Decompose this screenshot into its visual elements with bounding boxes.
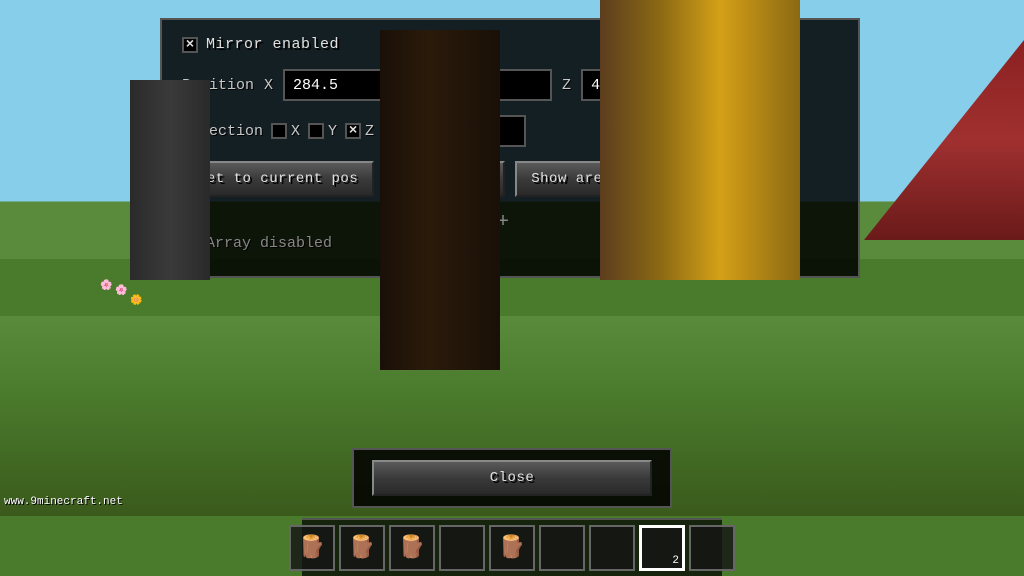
slot-5-item: 🪵 [498,535,525,561]
hotbar-slot-6 [539,525,585,571]
flower-decoration: 🌼 [130,295,142,307]
dir-x-label: X [291,123,300,140]
watermark-text: www.9minecraft.net [4,496,123,508]
z-axis-label: Z [562,77,571,94]
hotbar: 🪵 🪵 🪵 🪵 2 [302,518,722,576]
pillar-center [380,30,500,370]
dir-z-label: Z [365,123,374,140]
dir-z-checkbox[interactable] [345,123,361,139]
slot-9[interactable] [689,525,735,571]
pillar-left [130,80,210,280]
slot-1-item: 🪵 [298,535,325,561]
slot-6[interactable] [539,525,585,571]
flower-decoration: 🌸 [100,280,112,292]
dir-x-checkbox[interactable] [271,123,287,139]
hotbar-slot-7 [589,525,635,571]
hotbar-slot-5: 🪵 [489,525,535,571]
hotbar-slot-3: 🪵 [389,525,435,571]
hotbar-slot-1: 🪵 [289,525,335,571]
slot-7[interactable] [589,525,635,571]
slot-3-item: 🪵 [398,535,425,561]
dir-z-item: Z [345,123,374,140]
dir-y-label: Y [328,123,337,140]
watermark: www.9minecraft.net [4,496,123,508]
mirror-checkbox[interactable] [182,37,198,53]
x-axis-label: X [264,77,273,94]
slot-8-count: 2 [672,555,679,567]
slot-2[interactable]: 🪵 [339,525,385,571]
hotbar-slot-4 [439,525,485,571]
hotbar-slot-8: 2 [639,525,685,571]
slot-1[interactable]: 🪵 [289,525,335,571]
hotbar-slot-9 [689,525,735,571]
slot-4[interactable] [439,525,485,571]
slot-2-item: 🪵 [348,535,375,561]
array-label: Array disabled [206,235,332,252]
hotbar-slot-2: 🪵 [339,525,385,571]
slot-5[interactable]: 🪵 [489,525,535,571]
slot-3[interactable]: 🪵 [389,525,435,571]
pillar-right [600,0,800,280]
mirror-label: Mirror enabled [206,36,339,53]
set-to-current-pos-button[interactable]: Set to current pos [182,161,374,197]
dir-y-item: Y [308,123,337,140]
dir-y-checkbox[interactable] [308,123,324,139]
dir-x-item: X [271,123,300,140]
close-button[interactable]: Close [372,460,652,496]
flower-decoration: 🌸 [115,285,127,297]
close-dialog: Close [352,448,672,508]
